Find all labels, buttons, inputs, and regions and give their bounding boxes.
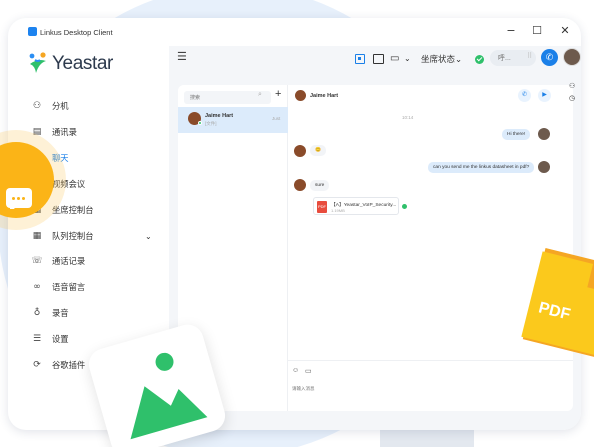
sidebar-item-voicemail[interactable]: ∞ 语音留言 (30, 279, 85, 295)
sidebar-item-label: 通话记录 (52, 256, 86, 266)
settings-icon: ☰ (32, 334, 42, 344)
sent-status-icon (402, 204, 407, 209)
window-title: Linkus Desktop Client (40, 28, 113, 37)
conversation-time: Just (272, 116, 281, 121)
yeastar-logo: Yeastar (28, 52, 113, 76)
conversation-preview: [文件] (205, 121, 217, 126)
queue-console-icon: ▦ (32, 231, 42, 241)
file-name: 【A】Yeastar_VoIP_Security... (331, 203, 397, 208)
avatar (295, 90, 306, 101)
pdf-file-icon: PDF (317, 201, 327, 213)
chat-view: Jaime Hart ✆ ▶ 10:14 Hi there! 😊 can you… (288, 85, 573, 411)
chat-header: Jaime Hart ✆ ▶ (288, 85, 573, 105)
google-plugin-icon: ⟳ (33, 360, 41, 370)
emoji-icon[interactable]: ☺ (292, 367, 299, 374)
sidebar-item-recording[interactable]: ♁ 录音 (30, 305, 69, 321)
contacts-icon: ⚇ (32, 101, 42, 111)
sidebar-item-label: 谷歌插件 (52, 360, 86, 370)
chat-bubble-icon (6, 188, 32, 209)
dot (17, 197, 20, 200)
message-input[interactable] (292, 383, 568, 393)
dot (22, 197, 25, 200)
chevron-down-icon[interactable]: ⌄ (404, 54, 411, 63)
top-toolbar: ☰ ▭ ⌄ 坐席状态⌄ ⠿ ✆ (169, 46, 581, 76)
maximize-button[interactable]: ☐ (528, 22, 546, 40)
new-chat-button[interactable]: + (275, 88, 281, 100)
message-bubble: Hi there! (502, 129, 531, 140)
minimize-button[interactable]: − (502, 22, 520, 40)
qr-code-icon[interactable] (355, 54, 365, 64)
logo-text: Yeastar (52, 53, 113, 74)
avatar (294, 145, 306, 157)
image-icon[interactable] (373, 54, 384, 64)
message-bubble: can you send me the linkus datasheet in … (428, 162, 535, 173)
sidebar-item-google-plugin[interactable]: ⟳ 谷歌插件 (30, 357, 85, 373)
menu-collapse-icon[interactable]: ☰ (177, 50, 187, 63)
file-size: 1.19MB (331, 208, 345, 213)
recording-icon: ♁ (33, 308, 41, 318)
file-attachment[interactable]: PDF 【A】Yeastar_VoIP_Security... 1.19MB (313, 197, 399, 215)
sidebar-item-label: 录音 (52, 308, 69, 318)
sidebar-item-label: 队列控制台 (52, 231, 94, 241)
call-log-icon: ☏ (31, 256, 43, 266)
monitor-icon[interactable]: ▭ (390, 53, 399, 64)
history-icon[interactable]: ◷ (569, 94, 575, 102)
folder-icon[interactable]: ▭ (305, 367, 312, 375)
close-button[interactable]: ✕ (556, 22, 574, 40)
sidebar-item-queue-console[interactable]: ▦ 队列控制台 (30, 228, 94, 244)
sidebar-item-label: 设置 (52, 334, 69, 344)
online-status-icon[interactable] (475, 55, 484, 64)
agent-status-label: 坐席状态 (421, 54, 456, 64)
time-divider: 10:14 (402, 115, 414, 120)
chat-contact-name: Jaime Hart (310, 93, 339, 99)
avatar (538, 161, 550, 173)
contact-info-icon[interactable]: ⚇ (569, 82, 575, 90)
chevron-down-icon[interactable]: ⌄ (145, 232, 152, 241)
call-button[interactable]: ✆ (541, 49, 558, 66)
sidebar-item-label: 语音留言 (52, 282, 86, 292)
chat-panel: ⌕ + Jaime Hart [文件] Just Jaime Hart ✆ ▶ (178, 85, 573, 411)
sidebar-item-label: 分机 (52, 101, 69, 111)
voicemail-icon: ∞ (33, 282, 41, 292)
app-icon (28, 27, 37, 36)
avatar (294, 179, 306, 191)
user-avatar[interactable] (563, 48, 581, 66)
avatar (538, 128, 550, 140)
sidebar-item-call-log[interactable]: ☏ 通话记录 (30, 253, 85, 269)
search-icon[interactable]: ⌕ (258, 91, 262, 99)
dot (12, 197, 15, 200)
sidebar-item-settings[interactable]: ☰ 设置 (30, 331, 69, 347)
conversation-name: Jaime Hart (205, 113, 234, 119)
sidebar-item-label: 通讯录 (52, 127, 77, 137)
agent-status-dropdown[interactable]: 坐席状态⌄ (421, 53, 462, 65)
main-area: ☰ ▭ ⌄ 坐席状态⌄ ⠿ ✆ ⌕ + Jaime Hart [文件] (169, 46, 581, 430)
message-bubble: 😊 (310, 145, 326, 156)
title-bar: Linkus Desktop Client − ☐ ✕ (8, 18, 581, 46)
audio-call-button[interactable]: ✆ (518, 89, 531, 102)
background-panel (380, 428, 474, 447)
video-call-button[interactable]: ▶ (538, 89, 551, 102)
logo-icon (29, 52, 46, 73)
message-bubble: sure (310, 180, 330, 191)
message-composer: ☺ ▭ (288, 360, 573, 411)
sidebar-item-extensions[interactable]: ⚇ 分机 (30, 98, 69, 114)
dialpad-icon[interactable]: ⠿ (527, 52, 532, 60)
conversation-item[interactable]: Jaime Hart [文件] Just (178, 107, 288, 133)
online-dot (198, 121, 202, 125)
